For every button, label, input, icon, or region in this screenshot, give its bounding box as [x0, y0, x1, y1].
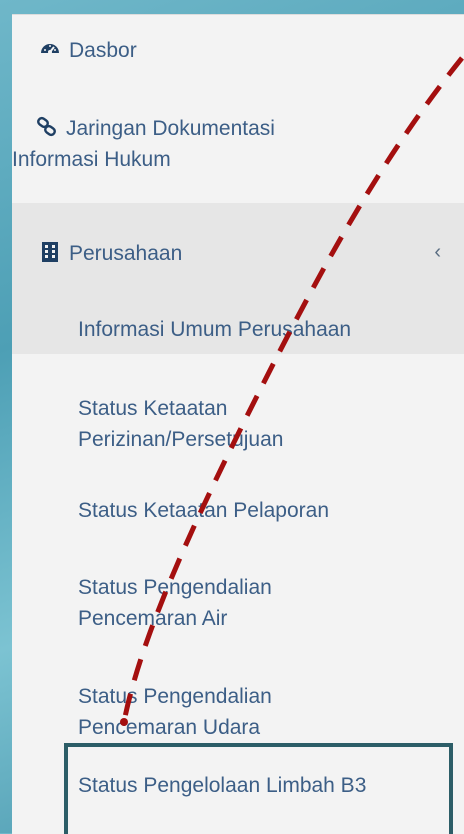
submenu-label-line2: Pencemaran Udara — [78, 716, 261, 739]
menu-label-perusahaan: Perusahaan — [69, 242, 183, 265]
sidebar-menu: Dasbor Jaringan Dokumentasi Informasi Hu… — [12, 14, 464, 834]
menu-item-perusahaan[interactable]: Perusahaan ‹ — [12, 203, 464, 329]
menu-item-dasbor[interactable]: Dasbor — [12, 35, 464, 66]
submenu-label: Status Ketaatan Pelaporan — [78, 499, 330, 522]
building-icon — [39, 241, 61, 263]
submenu-item-pencemaran-air[interactable]: Status Pengendalian Pencemaran Air — [12, 572, 464, 634]
chevron-left-icon[interactable]: ‹ — [434, 237, 441, 268]
link-icon — [36, 116, 58, 138]
submenu-item-ketaatan-perizinan[interactable]: Status Ketaatan Perizinan/Persetujuan — [12, 393, 464, 455]
submenu-item-limbah-b3[interactable]: Status Pengelolaan Limbah B3 — [12, 770, 464, 801]
submenu-label-line2: Perizinan/Persetujuan — [78, 428, 284, 451]
submenu-item-informasi-umum[interactable]: Informasi Umum Perusahaan — [12, 314, 464, 354]
menu-label-jdih-line2: Informasi Hukum — [12, 148, 171, 171]
submenu-label-line2: Pencemaran Air — [78, 607, 228, 630]
submenu-label: Informasi Umum Perusahaan — [78, 318, 352, 341]
submenu-label-line1: Status Ketaatan — [78, 397, 228, 420]
menu-label-dasbor: Dasbor — [69, 39, 137, 62]
menu-item-jdih[interactable]: Jaringan Dokumentasi Informasi Hukum — [12, 113, 464, 175]
menu-label-jdih-line1: Jaringan Dokumentasi — [66, 117, 275, 140]
submenu-item-pencemaran-udara[interactable]: Status Pengendalian Pencemaran Udara — [12, 681, 464, 743]
submenu-item-ketaatan-pelaporan[interactable]: Status Ketaatan Pelaporan — [12, 495, 464, 526]
submenu-label: Status Pengelolaan Limbah B3 — [78, 774, 367, 797]
submenu-label-line1: Status Pengendalian — [78, 685, 272, 708]
dashboard-icon — [39, 38, 61, 60]
submenu-label-line1: Status Pengendalian — [78, 576, 272, 599]
